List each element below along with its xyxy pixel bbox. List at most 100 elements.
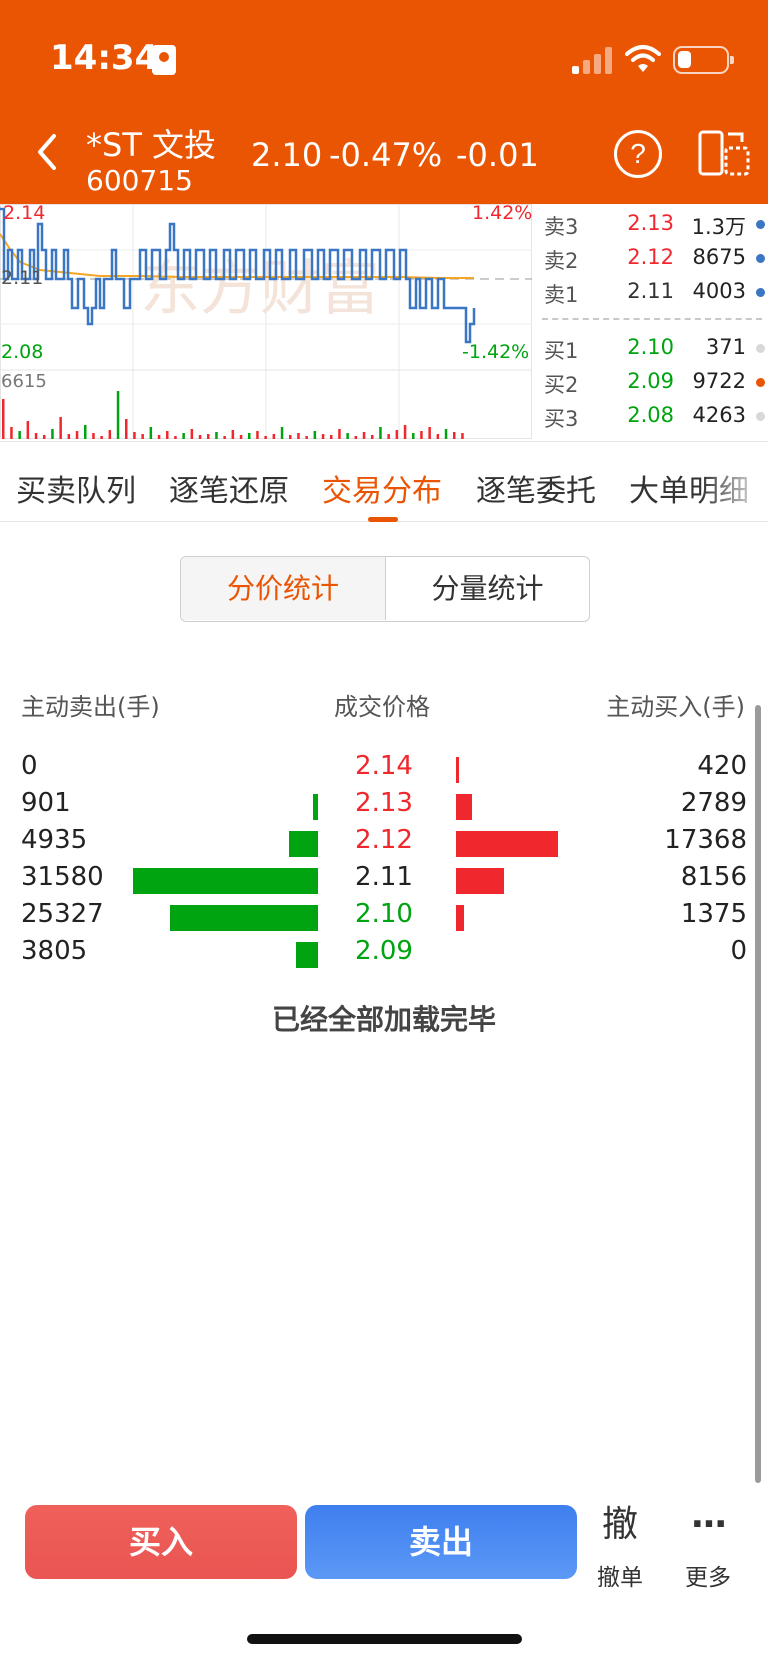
volume-bar [2, 399, 5, 439]
buy-volume: 0 [730, 936, 747, 966]
last-price: 2.10 [251, 136, 323, 174]
volume-bar [100, 436, 103, 439]
bid-price: 2.08 [627, 403, 674, 427]
change-percent: -0.47% [329, 136, 443, 174]
id-badge-icon [152, 45, 176, 75]
trade-price: 2.13 [355, 788, 413, 818]
tab-queue[interactable]: 买卖队列 [16, 466, 136, 510]
volume-bar [215, 432, 218, 439]
ask-volume: 8675 [692, 245, 746, 269]
change-amount: -0.01 [456, 136, 539, 174]
buy-column-header: 主动买入(手) [606, 693, 745, 721]
detail-tabs: 买卖队列 逐笔还原 交易分布 逐笔委托 大单明细 [0, 441, 768, 522]
tab-tick-replay[interactable]: 逐笔还原 [169, 466, 289, 510]
header-bar: 14:34 *ST 文投 600715 2.10 -0.47% -0.01 ? [0, 0, 768, 204]
order-book[interactable]: 卖3 2.13 1.3万 卖2 2.12 8675 卖1 2.11 4003 买… [536, 204, 768, 441]
more-icon: ··· [690, 1504, 727, 1545]
bid-row-3: 买3 2.08 4263 [544, 403, 768, 433]
volume-bar [59, 417, 62, 439]
volume-bar [174, 436, 177, 439]
volume-bar [75, 431, 79, 439]
volume-bar [362, 432, 366, 439]
ask-label: 卖2 [544, 249, 579, 273]
volume-bar [133, 432, 136, 439]
volume-bar [403, 425, 407, 439]
volume-bar [338, 429, 341, 439]
price-column-header: 成交价格 [334, 693, 430, 721]
sell-bar [289, 831, 318, 857]
by-volume-button[interactable]: 分量统计 [385, 557, 589, 620]
tab-trade-distribution[interactable]: 交易分布 [322, 466, 442, 510]
volume-bar [239, 435, 243, 439]
chart-low-price: 2.08 [1, 341, 44, 363]
ask-label: 卖3 [544, 215, 579, 239]
volume-bar [272, 434, 276, 439]
volume-bar [280, 427, 284, 439]
sell-button[interactable]: 卖出 [305, 1505, 577, 1579]
ask-dot [756, 220, 765, 229]
chart-high-price: 2.14 [3, 202, 46, 224]
buy-volume: 2789 [680, 788, 747, 818]
buy-volume: 1375 [680, 899, 747, 929]
cancel-icon: 撤 [601, 1504, 638, 1545]
more-label: 更多 [685, 1565, 731, 1591]
scrollbar[interactable] [755, 705, 761, 1483]
buy-volume: 8156 [680, 862, 747, 892]
volume-bar [330, 435, 333, 439]
volume-bar [43, 435, 46, 439]
by-price-button[interactable]: 分价统计 [181, 557, 385, 620]
distribution-row: 901 2.13 2789 [0, 788, 768, 825]
order-book-divider [542, 318, 762, 320]
more-button[interactable]: ··· 更多 [668, 1500, 748, 1592]
buy-bar [456, 868, 504, 894]
sell-volume: 4935 [21, 825, 88, 855]
volume-bar [26, 421, 30, 439]
distribution-row: 31580 2.11 8156 [0, 862, 768, 899]
chart-low-pct: -1.42% [462, 341, 530, 363]
sell-bar [133, 868, 318, 894]
distribution-row: 25327 2.10 1375 [0, 899, 768, 936]
chart-mid-price: 2.11 [1, 267, 44, 289]
volume-bar [264, 436, 267, 439]
tab-tick-orders[interactable]: 逐笔委托 [476, 466, 596, 510]
volume-max-label: 6615 [1, 371, 47, 392]
active-tab-indicator [368, 517, 398, 522]
volume-bar [420, 431, 423, 439]
ask-price: 2.13 [627, 211, 674, 235]
volume-bar [141, 434, 144, 439]
volume-bar [67, 434, 71, 439]
volume-bar [18, 431, 21, 439]
landscape-switch-icon[interactable] [698, 130, 750, 176]
back-icon[interactable] [30, 128, 66, 176]
sell-volume: 901 [21, 788, 71, 818]
volume-bar [395, 430, 399, 439]
bid-dot [756, 344, 765, 353]
buy-button[interactable]: 买入 [25, 1505, 297, 1579]
volume-bar [428, 427, 431, 439]
ask-price: 2.11 [627, 279, 674, 303]
help-icon[interactable]: ? [614, 130, 662, 178]
volume-bar [453, 432, 456, 439]
sell-volume: 0 [21, 751, 38, 781]
sell-bar [295, 942, 318, 968]
volume-bar [223, 436, 226, 439]
volume-bar [149, 427, 153, 439]
volume-bar [346, 433, 349, 439]
trade-price: 2.12 [355, 825, 413, 855]
volume-bar [10, 427, 13, 439]
bid-row-1: 买1 2.10 371 [544, 335, 768, 365]
volume-bar [231, 430, 235, 439]
volume-bar [289, 435, 292, 439]
cancel-order-button[interactable]: 撤 撤单 [580, 1500, 660, 1592]
bid-price: 2.09 [627, 369, 674, 393]
bid-row-2: 买2 2.09 9722 [544, 369, 768, 399]
volume-bar [379, 427, 382, 439]
distribution-row: 0 2.14 420 [0, 751, 768, 788]
volume-bar [190, 429, 194, 439]
volume-bar [34, 433, 38, 439]
distribution-row: 3805 2.09 0 [0, 936, 768, 973]
volume-bar [125, 419, 128, 439]
volume-bar [444, 429, 448, 439]
ask-volume: 1.3万 [691, 215, 746, 239]
buy-bar [456, 831, 558, 857]
